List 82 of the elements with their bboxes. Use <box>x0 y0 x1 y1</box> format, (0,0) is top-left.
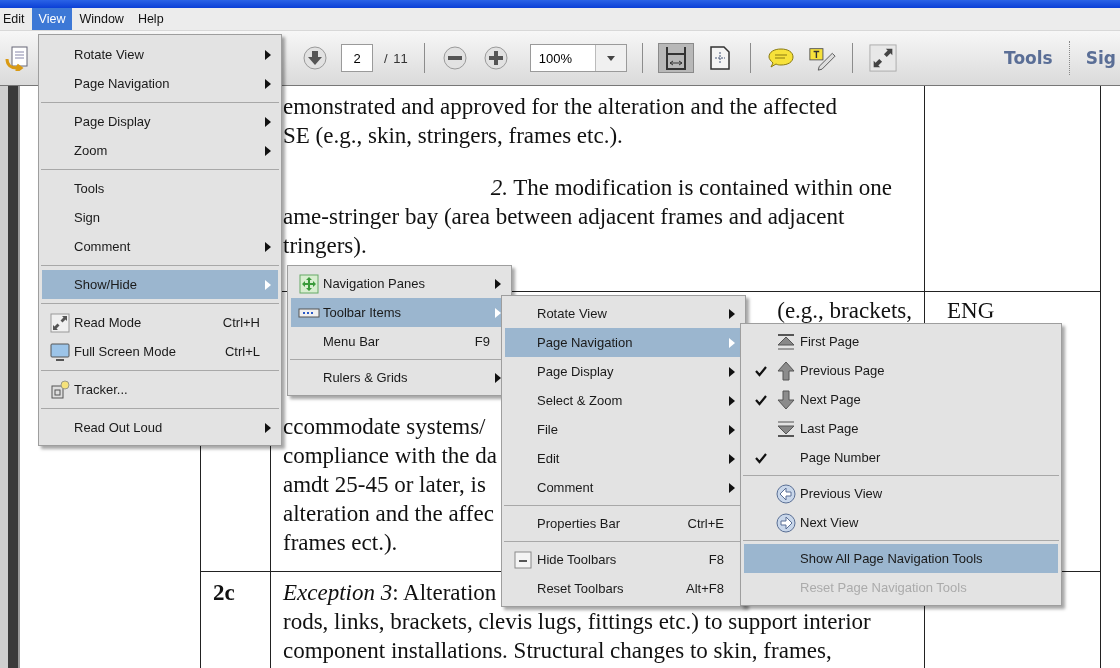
document-text: ccommodate systems/ <box>283 414 486 439</box>
toolbar-button[interactable] <box>300 43 330 73</box>
menu-item[interactable]: Edit <box>505 444 742 473</box>
menu-item[interactable]: Page Number <box>744 443 1058 472</box>
menu-item[interactable]: Show All Page Navigation Tools <box>744 544 1058 573</box>
menu-bar-item[interactable]: View <box>31 8 73 30</box>
menu-item[interactable]: Page Navigation <box>42 69 278 98</box>
document-text: ame-stringer bay (area between adjacent frames and adjacent <box>283 204 845 229</box>
zoom-in-icon <box>483 46 508 70</box>
document-text: compliance with the da <box>283 443 497 468</box>
menu-item[interactable]: Page Display <box>42 107 278 136</box>
document-text: emonstrated and approved for the alteration and the affected <box>283 94 837 119</box>
menu-item[interactable]: Tools <box>42 174 278 203</box>
menu-item[interactable]: Reset Toolbars Alt+F8 <box>505 574 742 603</box>
document-text: tringers). <box>283 233 367 258</box>
menu-item[interactable]: Read Mode Ctrl+H <box>42 308 278 337</box>
menu-item[interactable]: Rotate View <box>42 40 278 69</box>
caret-icon <box>606 55 615 61</box>
page-number-field[interactable]: 2 <box>341 44 373 72</box>
tracker-icon <box>50 379 70 400</box>
first-page-icon <box>776 332 796 351</box>
menu-item[interactable]: Rotate View <box>505 299 742 328</box>
move-arrows-icon <box>299 273 319 294</box>
menu-item[interactable]: Last Page <box>744 414 1058 443</box>
toolbar-link[interactable]: Tools <box>1004 48 1053 68</box>
menu-item[interactable]: Properties Bar Ctrl+E <box>505 509 742 538</box>
document-text: alteration and the affec <box>283 501 494 526</box>
fit-width-icon <box>664 45 687 71</box>
shortcut-text: Ctrl+E <box>686 516 724 531</box>
menu-item[interactable]: First Page <box>744 327 1058 356</box>
document-text: rods, links, brackets, clevis lugs, fittings etc.) to support interior <box>283 609 871 634</box>
menu-item[interactable]: Sign <box>42 203 278 232</box>
comment-icon <box>766 46 795 70</box>
menu-bar-item[interactable]: Window <box>72 8 131 30</box>
up-arrow-icon <box>776 360 796 381</box>
document-text: Exception 3: Alteration <box>283 580 497 605</box>
menu-item[interactable]: Page Navigation <box>505 328 742 357</box>
menu-item[interactable]: Read Out Loud <box>42 413 278 442</box>
menu-item[interactable]: Comment <box>42 232 278 261</box>
menu-bar-item[interactable]: Help <box>130 8 171 30</box>
down-arrow-icon <box>776 389 796 410</box>
menu-item[interactable]: Show/Hide <box>42 270 278 299</box>
menu-item[interactable]: Full Screen Mode Ctrl+L <box>42 337 278 366</box>
document-arrow-icon <box>4 45 30 71</box>
last-page-icon <box>776 419 796 438</box>
menu-item[interactable]: Previous View <box>744 479 1058 508</box>
menu-item[interactable]: Tracker... <box>42 375 278 404</box>
toolbar-link[interactable]: Sig <box>1085 48 1116 68</box>
menu-item[interactable]: Next View <box>744 508 1058 537</box>
menu-item[interactable]: Rulers & Grids <box>291 363 508 392</box>
menu-item[interactable]: Hide Toolbars F8 <box>505 545 742 574</box>
document-text: SE (e.g., skin, stringers, frames etc.). <box>283 123 623 148</box>
pen-icon <box>807 45 836 71</box>
menu-item[interactable]: Page Display <box>505 357 742 386</box>
shortcut-text: F9 <box>473 334 490 349</box>
document-text: component installations. Structural changes to skin, frames, <box>283 638 832 663</box>
document-text: (e.g., brackets, <box>777 298 912 323</box>
shortcut-text: F8 <box>707 552 724 567</box>
menu-item[interactable]: Navigation Panes <box>291 269 508 298</box>
menu-bar-item[interactable]: Edit <box>0 8 32 30</box>
shortcut-text: Alt+F8 <box>685 581 724 596</box>
row-number: 2c <box>213 580 235 605</box>
toolbar-icon <box>298 306 320 319</box>
menu-item[interactable]: Previous Page <box>744 356 1058 385</box>
shortcut-text: Ctrl+H <box>221 315 260 330</box>
fit-page-icon <box>708 45 731 71</box>
page-count-text: / 11 <box>384 50 409 66</box>
menu-item[interactable]: Next Page <box>744 385 1058 414</box>
menu-item[interactable]: Zoom <box>42 136 278 165</box>
toolbar-button[interactable] <box>657 43 694 73</box>
shortcut-text: Ctrl+L <box>223 344 260 359</box>
minus-window-icon <box>514 550 532 569</box>
menu-item[interactable]: Comment <box>505 473 742 502</box>
document-text: amdt 25-45 or later, is <box>283 472 486 497</box>
zoom-dropdown[interactable]: 100% <box>529 44 627 72</box>
zoom-out-icon <box>442 46 467 70</box>
document-text: frames ect.). <box>283 530 398 555</box>
menu-item[interactable]: Select & Zoom <box>505 386 742 415</box>
monitor-icon <box>50 341 70 362</box>
document-text: 2. The modification is contained within one <box>490 175 892 200</box>
category-text: ENG <box>947 298 995 323</box>
menu-item[interactable]: File <box>505 415 742 444</box>
